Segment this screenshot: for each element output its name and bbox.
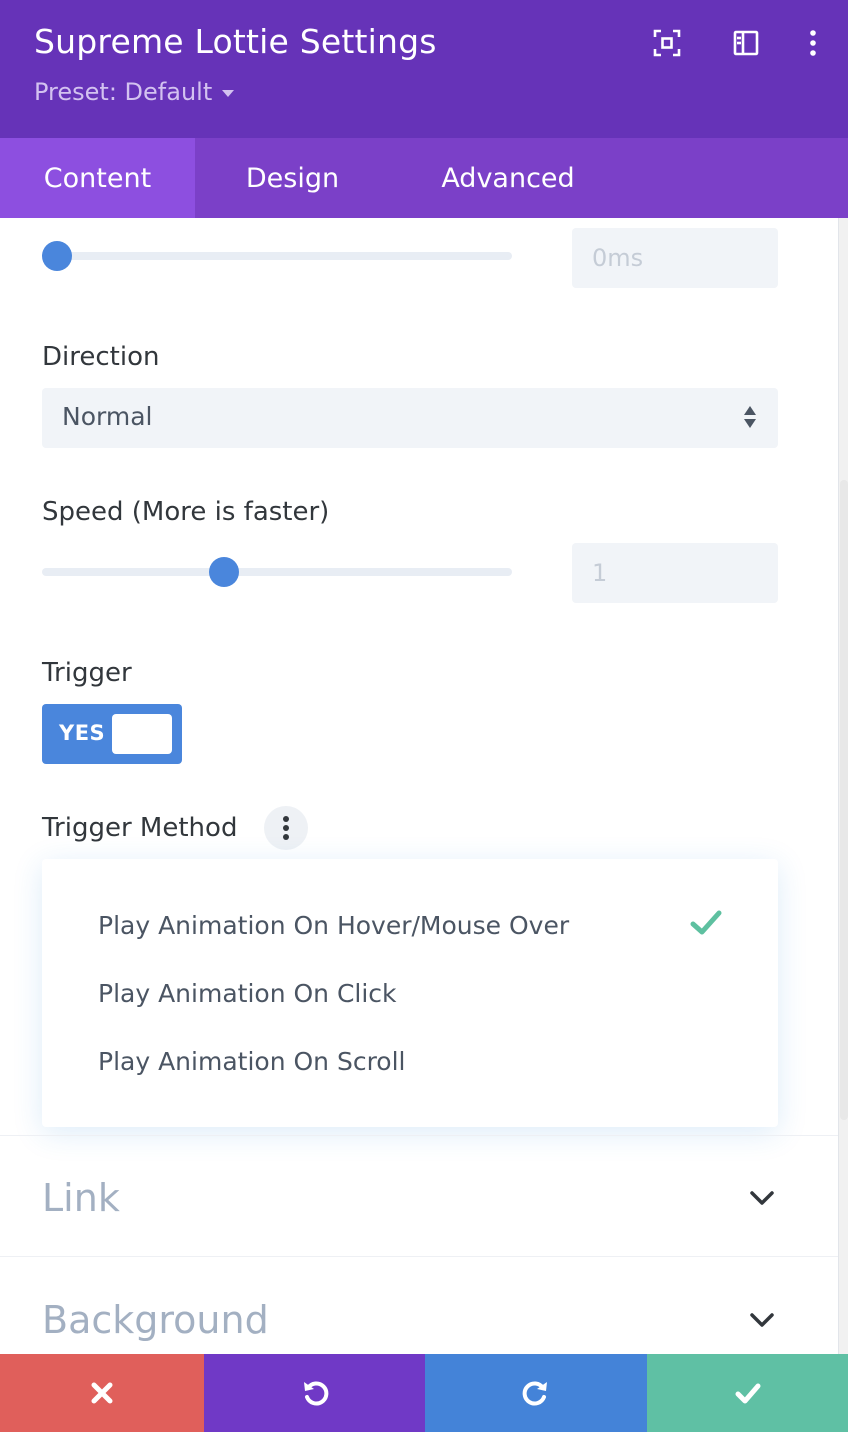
direction-select-value: Normal <box>62 402 153 431</box>
preset-selector[interactable]: Preset: Default <box>34 78 235 106</box>
toggle-state-text: YES <box>59 721 106 745</box>
trigger-label: Trigger <box>42 658 132 688</box>
select-arrows-icon <box>744 406 756 432</box>
section-divider <box>0 1256 838 1257</box>
more-options-icon[interactable] <box>798 28 828 58</box>
preset-label: Preset: Default <box>34 78 213 106</box>
speed-slider-handle[interactable] <box>209 557 240 587</box>
check-icon <box>690 910 722 935</box>
option-hover[interactable]: Play Animation On Hover/Mouse Over <box>98 911 569 940</box>
tab-design[interactable]: Design <box>195 138 390 218</box>
settings-panel[interactable]: Direction Normal Speed (More is faster) … <box>0 218 838 1354</box>
option-click[interactable]: Play Animation On Click <box>98 979 397 1008</box>
trigger-method-label: Trigger Method <box>42 813 238 843</box>
section-divider <box>0 1135 838 1136</box>
kebab-icon <box>283 816 289 822</box>
scrollbar-thumb[interactable] <box>840 480 848 1120</box>
delay-input[interactable] <box>572 228 778 288</box>
speed-label: Speed (More is faster) <box>42 497 330 527</box>
direction-label: Direction <box>42 342 160 372</box>
delay-slider-handle[interactable] <box>42 241 72 271</box>
chevron-down-icon[interactable] <box>748 1189 776 1207</box>
tab-advanced[interactable]: Advanced <box>390 138 626 218</box>
undo-icon <box>303 1381 328 1406</box>
sidebar-layout-icon[interactable] <box>731 28 761 58</box>
speed-input[interactable] <box>572 543 778 603</box>
delay-slider-track[interactable] <box>42 252 512 260</box>
chevron-down-icon[interactable] <box>748 1311 776 1329</box>
trigger-toggle[interactable]: YES <box>42 704 182 764</box>
trigger-method-dropdown: Play Animation On Hover/Mouse Over Play … <box>42 859 778 1127</box>
action-bar <box>0 1354 848 1432</box>
discard-button[interactable] <box>0 1354 204 1432</box>
speed-slider-track[interactable] <box>42 568 512 576</box>
close-icon <box>91 1382 113 1404</box>
focus-mode-icon[interactable] <box>652 28 682 58</box>
settings-header: Supreme Lottie Settings Preset: Default <box>0 0 848 138</box>
redo-icon <box>522 1381 547 1406</box>
modal-title: Supreme Lottie Settings <box>34 22 437 61</box>
option-scroll[interactable]: Play Animation On Scroll <box>98 1047 405 1076</box>
field-options-button[interactable] <box>264 806 308 850</box>
section-link-toggle[interactable]: Link <box>42 1176 120 1220</box>
tab-bar: Content Design Advanced <box>0 138 848 218</box>
caret-down-icon <box>222 89 235 97</box>
direction-select[interactable]: Normal <box>42 388 778 448</box>
scrollbar[interactable] <box>838 218 848 1354</box>
check-icon <box>735 1383 760 1404</box>
undo-button[interactable] <box>204 1354 425 1432</box>
toggle-knob <box>112 714 172 754</box>
save-button[interactable] <box>647 1354 848 1432</box>
redo-button[interactable] <box>425 1354 647 1432</box>
section-background-toggle[interactable]: Background <box>42 1298 269 1342</box>
tab-content[interactable]: Content <box>0 138 195 218</box>
